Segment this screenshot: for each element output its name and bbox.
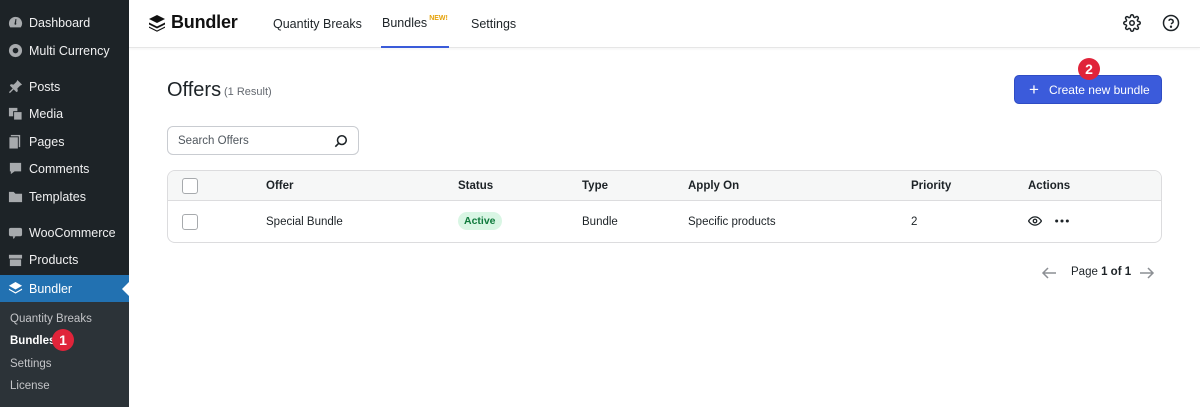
tab-settings[interactable]: Settings: [471, 0, 516, 48]
folder-icon: [7, 189, 23, 205]
sidebar-item-label: Media: [29, 106, 64, 121]
current-page: 1: [1101, 266, 1108, 278]
total-pages: 1: [1124, 266, 1132, 278]
pin-icon: [7, 79, 23, 95]
sidebar-item-multi-currency[interactable]: Multi Currency: [0, 37, 129, 64]
offer-apply-on: Specific products: [688, 216, 776, 228]
sidebar-item-label: WooCommerce: [29, 225, 116, 240]
submenu-item-settings[interactable]: Settings: [10, 358, 52, 370]
tab-label: Bundles: [382, 16, 428, 30]
sidebar-item-label: Pages: [29, 134, 65, 149]
submenu-item-license[interactable]: License: [10, 380, 50, 392]
view-eye-icon[interactable]: [1028, 215, 1042, 227]
box-icon: [7, 252, 23, 268]
column-header-status[interactable]: Status: [458, 180, 493, 192]
sidebar-item-dashboard[interactable]: Dashboard: [0, 9, 129, 36]
bundler-submenu: Quantity Breaks Bundles Settings License: [0, 302, 129, 407]
top-bar: Bundler Quantity Breaks Bundles NEW! Set…: [129, 0, 1200, 48]
page-of: of: [1110, 266, 1122, 278]
offers-table: Offer Status Type Apply On Priority Acti…: [167, 170, 1162, 243]
column-header-offer[interactable]: Offer: [266, 180, 293, 192]
tab-label: Quantity Breaks: [273, 17, 362, 31]
column-header-actions: Actions: [1028, 180, 1071, 192]
sidebar-item-posts[interactable]: Posts: [0, 73, 129, 100]
sidebar-item-label: Comments: [29, 161, 90, 176]
plus-icon: +: [1029, 80, 1039, 99]
pagination-label: Page 1 of 1: [1071, 266, 1131, 278]
row-checkbox[interactable]: [182, 214, 198, 230]
column-header-apply-on[interactable]: Apply On: [688, 180, 739, 192]
step-badge-1: 1: [52, 329, 74, 351]
search-box: [167, 126, 359, 155]
sidebar-item-label: Products: [29, 252, 79, 267]
sidebar-item-label: Multi Currency: [29, 43, 110, 58]
sidebar-item-label: Dashboard: [29, 15, 91, 30]
sidebar-item-label: Posts: [29, 79, 61, 94]
step-badge-2: 2: [1078, 58, 1100, 80]
sidebar-item-bundler[interactable]: Bundler: [0, 275, 129, 302]
more-actions-icon[interactable]: [1054, 215, 1070, 227]
select-all-checkbox[interactable]: [182, 178, 198, 194]
button-label: Create new bundle: [1048, 82, 1150, 97]
sidebar-item-media[interactable]: Media: [0, 100, 129, 127]
page-title: Offers: [167, 79, 222, 101]
sidebar-item-templates[interactable]: Templates: [0, 183, 129, 210]
page-prefix: Page: [1071, 266, 1098, 278]
search-icon[interactable]: [334, 134, 348, 148]
search-input[interactable]: [178, 134, 328, 147]
offer-name[interactable]: Special Bundle: [266, 216, 343, 228]
status-badge: Active: [458, 212, 502, 230]
tab-quantity-breaks[interactable]: Quantity Breaks: [273, 0, 362, 48]
bundler-logo-icon: [149, 14, 165, 32]
submenu-item-quantity-breaks[interactable]: Quantity Breaks: [10, 313, 92, 325]
submenu-item-bundles[interactable]: Bundles: [10, 335, 55, 347]
sidebar-item-pages[interactable]: Pages: [0, 128, 129, 155]
result-count: (1 Result): [224, 86, 272, 98]
currency-icon: [7, 43, 23, 59]
sidebar-item-products[interactable]: Products: [0, 246, 129, 273]
next-page-arrow-icon[interactable]: [1139, 266, 1155, 280]
brand-logo[interactable]: Bundler: [148, 12, 238, 33]
dashboard-icon: [7, 15, 23, 31]
woocommerce-icon: [7, 225, 23, 241]
column-header-type[interactable]: Type: [582, 180, 608, 192]
sidebar-item-comments[interactable]: Comments: [0, 155, 129, 182]
tab-label: Settings: [471, 17, 517, 31]
sidebar-item-label: Bundler: [29, 281, 73, 296]
sidebar-item-label: Templates: [29, 189, 86, 204]
sidebar-item-woocommerce[interactable]: WooCommerce: [0, 219, 129, 246]
settings-gear-icon[interactable]: [1123, 14, 1143, 34]
previous-page-arrow-icon[interactable]: [1041, 266, 1057, 280]
offer-priority: 2: [911, 216, 918, 228]
brand-name: Bundler: [171, 12, 238, 32]
tab-bundles[interactable]: Bundles NEW!: [381, 0, 449, 48]
media-icon: [7, 106, 23, 122]
help-icon[interactable]: [1162, 14, 1182, 34]
pages-icon: [7, 134, 23, 150]
column-header-priority[interactable]: Priority: [911, 180, 951, 192]
table-header: Offer Status Type Apply On Priority Acti…: [168, 171, 1161, 201]
offer-type: Bundle: [582, 216, 618, 228]
comment-icon: [7, 161, 23, 177]
layers-icon: [7, 281, 23, 297]
new-tag: NEW!: [429, 14, 448, 22]
